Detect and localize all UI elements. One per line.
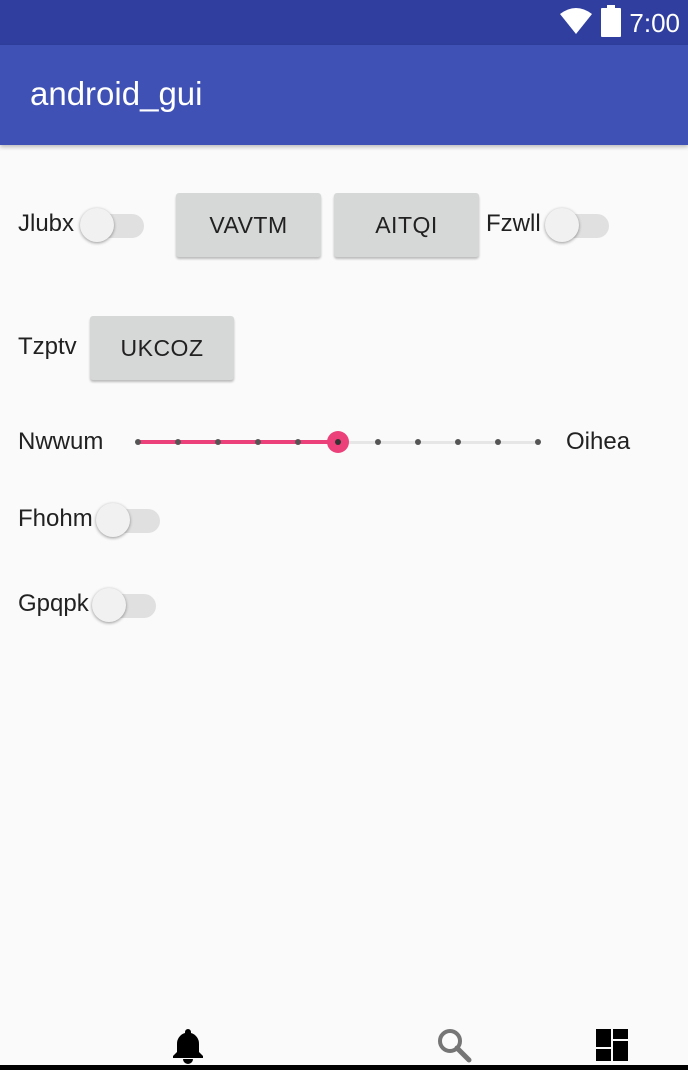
switch-fzwll[interactable] [545,202,615,242]
switch-jlubx[interactable] [80,202,150,242]
search-icon[interactable] [434,1025,474,1065]
status-bar: 7:00 [0,0,688,45]
seekbar-tick [455,439,461,445]
switch-fhohm[interactable] [96,497,166,537]
switch-thumb [92,588,126,622]
seekbar-tick [255,439,261,445]
ukcoz-button[interactable]: UKCOZ [90,316,234,380]
seekbar-thumb-dot [335,439,341,445]
seekbar-tick [495,439,501,445]
switch-gpqpk[interactable] [92,582,162,622]
bell-icon[interactable] [168,1025,208,1065]
aitqi-button[interactable]: AITQI [334,193,479,257]
dashboard-icon[interactable] [592,1025,632,1065]
navigation-bar-edge [0,1065,688,1070]
seekbar-thumb[interactable] [327,431,349,453]
seekbar-tick [295,439,301,445]
seekbar-progress [138,440,338,444]
seekbar-tick [535,439,541,445]
switch-thumb [80,208,114,242]
bottom-navigation [0,1010,688,1070]
switch-thumb [96,503,130,537]
tzptv-label: Tzptv [18,333,77,360]
seekbar-tick [375,439,381,445]
switch-thumb [545,208,579,242]
switch-gpqpk-label: Gpqpk [18,590,89,617]
wifi-icon [559,7,593,40]
seekbar-left-label: Nwwum [18,428,104,455]
switch-jlubx-label: Jlubx [18,210,75,237]
app-title: android_gui [30,75,203,112]
status-icons: 7:00 [559,4,680,42]
seekbar-tick [175,439,181,445]
switch-fhohm-label: Fhohm [18,505,93,532]
battery-icon [601,4,622,42]
screen: 7:00 android_gui Jlubx VAVTM AITQI Fzwll… [0,0,688,1070]
app-bar: android_gui [0,45,688,145]
switch-fzwll-label: Fzwll [486,210,541,237]
seekbar-tick [415,439,421,445]
discrete-seekbar[interactable] [128,424,548,460]
vavtm-button[interactable]: VAVTM [176,193,321,257]
seekbar-right-label: Oihea [566,428,631,455]
seekbar-tick [215,439,221,445]
seekbar-tick [135,439,141,445]
status-time: 7:00 [629,7,680,38]
